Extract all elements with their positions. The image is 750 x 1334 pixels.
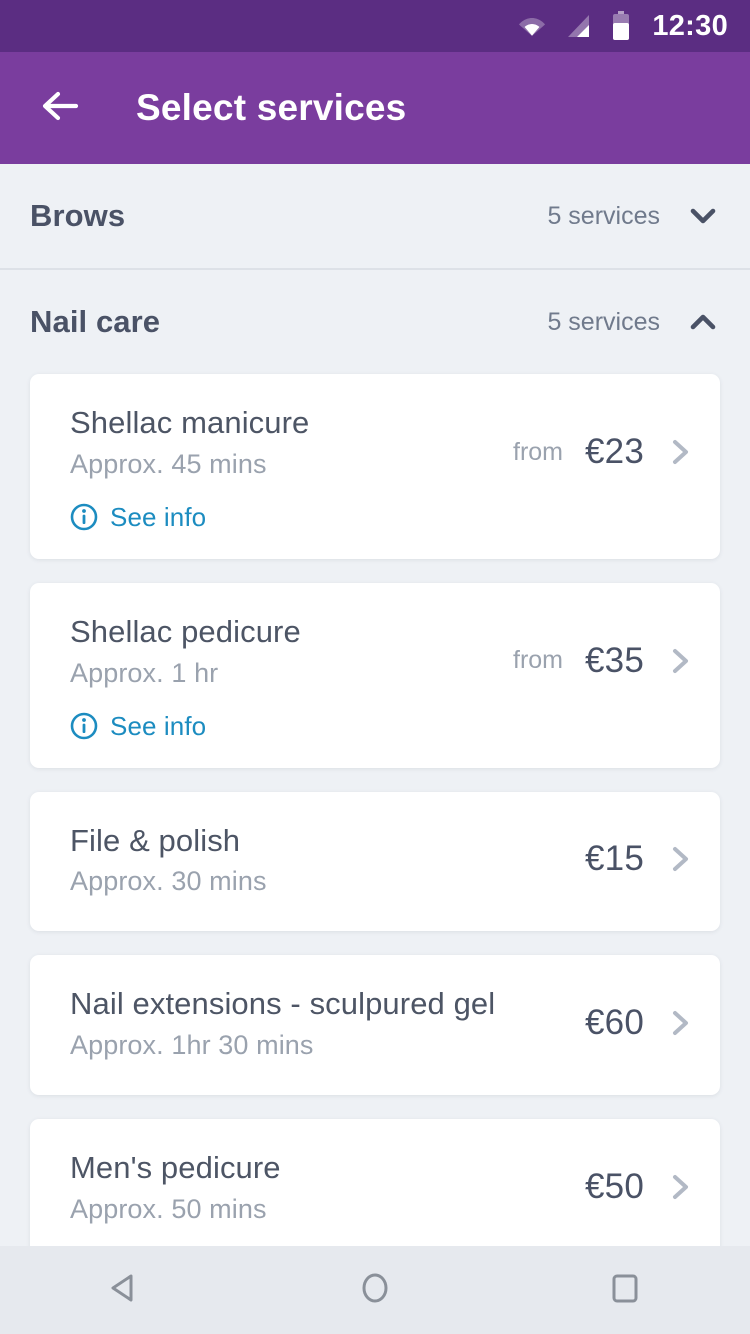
service-card-main: Shellac manicure Approx. 45 mins See inf… — [70, 404, 513, 533]
service-card[interactable]: Nail extensions - sculpured gel Approx. … — [30, 955, 720, 1095]
service-price: €23 — [585, 432, 644, 471]
chevron-up-icon[interactable] — [686, 305, 720, 339]
nav-home-icon — [355, 1268, 395, 1313]
category-brows: Brows 5 services — [0, 164, 750, 268]
service-duration: Approx. 30 mins — [70, 866, 267, 897]
service-card-main: Nail extensions - sculpured gel Approx. … — [70, 985, 585, 1061]
service-card[interactable]: Men's pedicure Approx. 50 mins €50 — [30, 1119, 720, 1246]
status-time: 12:30 — [652, 9, 728, 42]
chevron-down-icon[interactable] — [686, 199, 720, 233]
category-nail-care: Nail care 5 services — [0, 270, 750, 374]
nav-back-button[interactable] — [65, 1246, 185, 1334]
service-price: €35 — [585, 640, 644, 680]
service-duration: Approx. 45 mins — [70, 448, 267, 479]
back-arrow-icon — [38, 84, 82, 133]
category-title: Nail care — [30, 304, 161, 339]
service-price-area: €50 — [585, 1167, 694, 1207]
price-prefix: from — [513, 646, 563, 675]
service-duration: Approx. 50 mins — [70, 1193, 267, 1224]
service-title: Shellac manicure — [70, 405, 310, 440]
see-info-label: See info — [110, 710, 207, 741]
service-duration: Approx. 1 hr — [70, 657, 219, 688]
wifi-icon — [518, 14, 546, 38]
price-prefix: from — [513, 437, 563, 466]
service-card-main: File & polish Approx. 30 mins — [70, 822, 585, 898]
info-icon — [70, 503, 98, 531]
category-service-count: 5 services — [547, 307, 660, 336]
service-price: €60 — [585, 1003, 644, 1043]
service-price-area: €15 — [585, 839, 694, 879]
status-bar: 12:30 — [0, 0, 750, 52]
service-price-area: €60 — [585, 1003, 694, 1043]
service-card[interactable]: Shellac pedicure Approx. 1 hr See info f… — [30, 582, 720, 768]
page-title: Select services — [136, 87, 407, 128]
chevron-right-icon[interactable] — [666, 1170, 694, 1204]
chevron-right-icon[interactable] — [666, 1006, 694, 1040]
chevron-right-icon[interactable] — [666, 644, 694, 678]
chevron-right-icon[interactable] — [666, 435, 694, 469]
app-bar: Select services — [0, 52, 750, 164]
nav-home-button[interactable] — [315, 1246, 435, 1334]
service-price-area: from €35 — [513, 641, 694, 681]
phone-screen: 12:30 Select services Brows 5 services N… — [0, 0, 750, 1334]
service-card[interactable]: File & polish Approx. 30 mins €15 — [30, 791, 720, 932]
category-title: Brows — [30, 198, 126, 233]
service-title: Nail extensions - sculpured gel — [70, 986, 496, 1022]
status-icons — [518, 11, 630, 41]
see-info-link[interactable]: See info — [70, 711, 513, 742]
service-title: Men's pedicure — [70, 1150, 281, 1185]
info-icon — [70, 712, 98, 740]
back-button[interactable] — [34, 82, 86, 134]
see-info-label: See info — [110, 501, 207, 532]
signal-icon — [566, 13, 592, 39]
nav-back-icon — [105, 1268, 145, 1313]
service-cards: Shellac manicure Approx. 45 mins See inf… — [0, 374, 750, 1246]
service-card-main: Shellac pedicure Approx. 1 hr See info — [70, 613, 513, 742]
battery-icon — [612, 11, 630, 41]
category-header-nail-care[interactable]: Nail care 5 services — [30, 270, 720, 374]
chevron-right-icon[interactable] — [666, 842, 694, 876]
service-price: €15 — [585, 839, 644, 879]
nav-recents-button[interactable] — [565, 1246, 685, 1334]
service-card-main: Men's pedicure Approx. 50 mins — [70, 1149, 585, 1225]
service-duration: Approx. 1hr 30 mins — [70, 1030, 314, 1060]
service-title: Shellac pedicure — [70, 613, 301, 649]
service-price: €50 — [585, 1166, 644, 1206]
category-header-brows[interactable]: Brows 5 services — [30, 164, 720, 268]
nav-recents-icon — [605, 1268, 645, 1313]
category-meta: 5 services — [547, 305, 720, 339]
android-nav-bar — [0, 1246, 750, 1334]
see-info-link[interactable]: See info — [70, 502, 513, 533]
service-price-area: from €23 — [513, 432, 694, 472]
service-card[interactable]: Shellac manicure Approx. 45 mins See inf… — [30, 374, 720, 559]
category-meta: 5 services — [547, 199, 720, 233]
category-service-count: 5 services — [547, 201, 660, 230]
services-list[interactable]: Brows 5 services Nail care 5 services Sh… — [0, 164, 750, 1246]
service-title: File & polish — [70, 822, 241, 858]
